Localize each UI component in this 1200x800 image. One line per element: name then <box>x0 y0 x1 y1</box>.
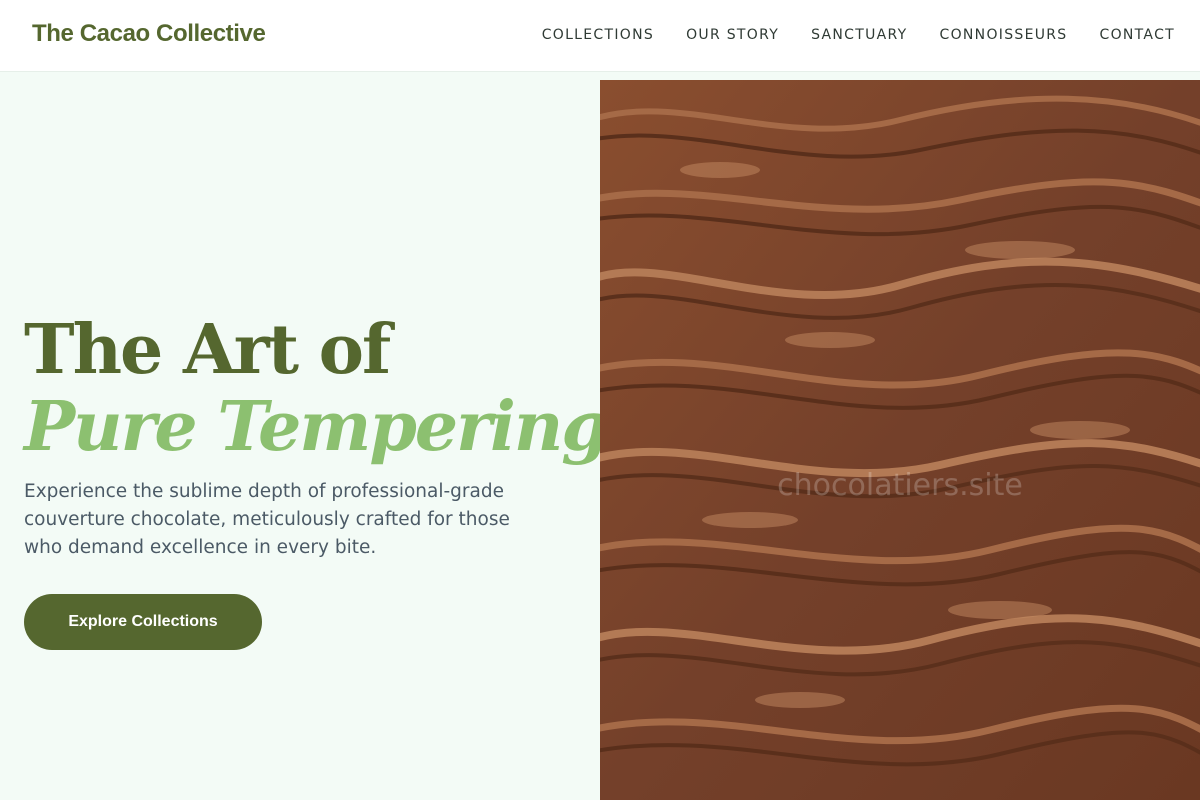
nav-item-collections[interactable]: COLLECTIONS <box>542 26 654 44</box>
main-nav: COLLECTIONS OUR STORY SANCTUARY CONNOISS… <box>542 26 1175 44</box>
nav-item-connoisseurs[interactable]: CONNOISSEURS <box>940 26 1068 44</box>
hero-text: The Art of Pure Tempering Experience the… <box>24 310 609 562</box>
nav-item-our-story[interactable]: OUR STORY <box>686 26 779 44</box>
nav-item-sanctuary[interactable]: SANCTUARY <box>811 26 907 44</box>
hero-title-line1: The Art of <box>24 310 391 390</box>
hero-chocolate-image: chocolatiers.site <box>600 80 1200 800</box>
nav-item-contact[interactable]: CONTACT <box>1100 26 1176 44</box>
image-watermark: chocolatiers.site <box>777 468 1023 503</box>
chocolate-texture <box>600 80 1200 800</box>
explore-collections-button[interactable]: Explore Collections <box>24 594 262 650</box>
hero-title: The Art of Pure Tempering <box>24 310 609 467</box>
hero-title-line2: Pure Tempering <box>24 387 609 467</box>
brand-logo[interactable]: The Cacao Collective <box>32 20 266 48</box>
site-header: The Cacao Collective COLLECTIONS OUR STO… <box>0 0 1200 72</box>
hero-subtitle: Experience the sublime depth of professi… <box>24 481 510 558</box>
